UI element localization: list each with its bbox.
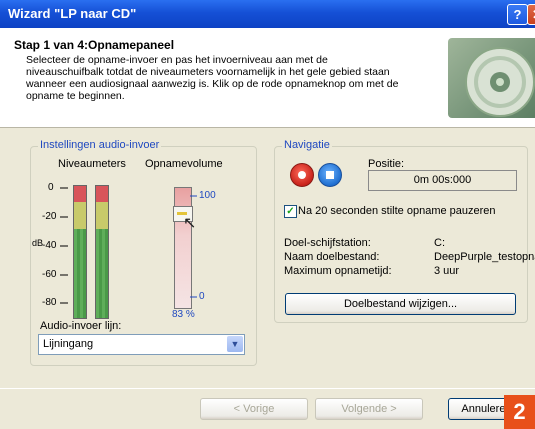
pause-on-silence-label[interactable]: Na 20 seconden stilte opname pauzeren: [298, 205, 496, 217]
record-volume-label: Opnamevolume: [145, 158, 223, 170]
page-number-badge: 2: [504, 395, 535, 429]
target-drive-label: Doel-schijfstation:: [284, 237, 371, 249]
desc-line-3: wanneer een audiosignaal aanwezig is. Kl…: [26, 78, 399, 90]
target-file-label: Naam doelbestand:: [284, 251, 380, 263]
tick-label-40: -40: [42, 240, 57, 251]
input-line-select[interactable]: Lijningang ▼: [38, 334, 245, 355]
target-file-value: DeepPurple_testopna: [434, 251, 535, 263]
position-label: Positie:: [368, 158, 405, 170]
audio-input-group-title: Instellingen audio-invoer: [38, 139, 162, 151]
max-time-label: Maximum opnametijd:: [284, 265, 392, 277]
db-unit-label: dB: [32, 238, 44, 248]
footer-divider: [0, 388, 535, 389]
title-bar[interactable]: Wizard "LP naar CD" ? ✕: [0, 0, 535, 28]
target-drive-value: C:: [434, 237, 445, 249]
next-button[interactable]: Volgende >: [315, 398, 423, 420]
help-icon: ?: [513, 7, 522, 22]
help-button[interactable]: ?: [507, 4, 528, 25]
volume-max-label: 100: [199, 190, 216, 201]
input-line-value: Lijningang: [43, 338, 94, 350]
position-display: 0m 00s:000: [368, 170, 517, 191]
stop-icon: [326, 171, 334, 179]
input-line-label: Audio-invoer lijn:: [40, 320, 122, 332]
wizard-window: Wizard "LP naar CD" ? ✕ Stap 1 van 4:Opn…: [0, 0, 535, 429]
tick-label-20: -20: [42, 211, 57, 222]
level-meters-label: Niveaumeters: [58, 158, 126, 170]
volume-percent: 83 %: [172, 309, 195, 320]
step-description: Selecteer de opname-invoer en pas het in…: [26, 54, 426, 102]
level-meter-left: [73, 185, 87, 319]
record-button[interactable]: [290, 163, 314, 187]
meter-ticks: [60, 187, 68, 304]
tick-label-0: 0: [48, 182, 54, 193]
level-meter-right: [95, 185, 109, 319]
pause-on-silence-checkbox[interactable]: ✓: [284, 205, 297, 218]
chevron-down-icon[interactable]: ▼: [227, 336, 243, 352]
window-title: Wizard "LP naar CD": [8, 6, 137, 21]
tick-label-80: -80: [42, 297, 57, 308]
back-button[interactable]: < Vorige: [200, 398, 308, 420]
record-icon: [298, 171, 306, 179]
tick-label-60: -60: [42, 269, 57, 280]
desc-line-4: opname te beginnen.: [26, 90, 125, 102]
close-button[interactable]: ✕: [527, 4, 535, 25]
volume-ticks: [190, 195, 197, 298]
desc-line-2: niveauschuifbalk totdat de niveaumeters …: [26, 66, 390, 78]
navigation-group-title: Navigatie: [282, 139, 332, 151]
step-title: Stap 1 van 4:Opnamepaneel: [14, 38, 175, 52]
cd-disc-icon: [448, 38, 535, 118]
desc-line-1: Selecteer de opname-invoer en pas het in…: [26, 54, 328, 66]
change-target-button[interactable]: Doelbestand wijzigen...: [285, 293, 516, 315]
volume-min-label: 0: [199, 291, 205, 302]
stop-button[interactable]: [318, 163, 342, 187]
max-time-value: 3 uur: [434, 265, 460, 277]
wizard-header: Stap 1 van 4:Opnamepaneel Selecteer de o…: [0, 28, 535, 128]
